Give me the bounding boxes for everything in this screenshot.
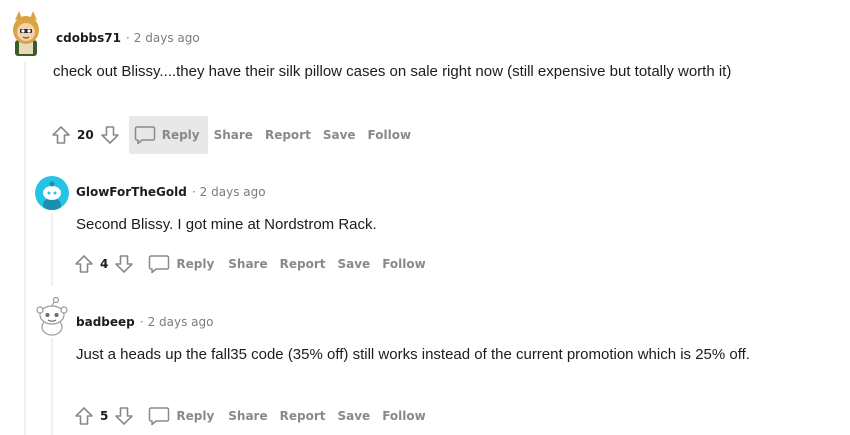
avatar[interactable] xyxy=(34,296,70,336)
comment-body: Second Blissy. I got mine at Nordstrom R… xyxy=(76,216,377,233)
share-button[interactable]: Share xyxy=(222,397,273,435)
comment-bubble-icon xyxy=(134,125,156,145)
share-button[interactable]: Share xyxy=(222,245,273,283)
separator: · xyxy=(125,31,130,45)
comment-meta: cdobbs71 · 2 days ago xyxy=(56,31,200,45)
comment-thread: cdobbs71 · 2 days ago check out Blissy..… xyxy=(0,0,850,435)
comment-bubble-icon xyxy=(148,254,170,274)
comment-meta: badbeep · 2 days ago xyxy=(76,315,213,329)
upvote-icon[interactable] xyxy=(73,405,95,427)
reply-button[interactable]: Reply xyxy=(143,245,222,283)
username[interactable]: GlowForTheGold xyxy=(76,185,187,199)
follow-button[interactable]: Follow xyxy=(376,397,432,435)
share-button[interactable]: Share xyxy=(208,116,259,154)
comment-actions: 5 Reply Share Report Save Follow xyxy=(73,397,432,435)
comment: cdobbs71 · 2 days ago check out Blissy..… xyxy=(0,0,850,160)
save-button[interactable]: Save xyxy=(317,116,362,154)
comment: GlowForTheGold · 2 days ago Second Bliss… xyxy=(0,160,850,290)
downvote-icon[interactable] xyxy=(99,124,121,146)
avatar-cat-icon xyxy=(13,11,39,56)
comment-meta: GlowForTheGold · 2 days ago xyxy=(76,185,266,199)
reply-label: Reply xyxy=(176,257,215,271)
reply-button[interactable]: Reply xyxy=(128,116,208,154)
comment: badbeep · 2 days ago Just a heads up the… xyxy=(0,290,850,435)
upvote-icon[interactable] xyxy=(50,124,72,146)
follow-button[interactable]: Follow xyxy=(376,245,432,283)
upvote-icon[interactable] xyxy=(73,253,95,275)
reply-button[interactable]: Reply xyxy=(143,397,222,435)
username[interactable]: cdobbs71 xyxy=(56,31,121,45)
timestamp[interactable]: 2 days ago xyxy=(148,315,214,329)
avatar-snoo-icon xyxy=(36,296,68,336)
vote-score: 20 xyxy=(77,128,94,142)
comment-body: Just a heads up the fall35 code (35% off… xyxy=(76,346,750,363)
avatar-snoo-icon xyxy=(43,181,61,210)
timestamp[interactable]: 2 days ago xyxy=(200,185,266,199)
comment-actions: 4 Reply Share Report Save Follow xyxy=(73,245,432,283)
timestamp[interactable]: 2 days ago xyxy=(134,31,200,45)
save-button[interactable]: Save xyxy=(331,245,376,283)
downvote-icon[interactable] xyxy=(113,405,135,427)
comment-actions: 20 Reply Share Report Save Follow xyxy=(50,116,417,154)
report-button[interactable]: Report xyxy=(274,245,332,283)
reply-label: Reply xyxy=(176,409,215,423)
separator: · xyxy=(139,315,144,329)
comment-body: check out Blissy....they have their silk… xyxy=(53,63,732,80)
comment-bubble-icon xyxy=(148,406,170,426)
report-button[interactable]: Report xyxy=(274,397,332,435)
avatar[interactable] xyxy=(35,176,69,210)
vote-score: 4 xyxy=(100,257,109,271)
downvote-icon[interactable] xyxy=(113,253,135,275)
save-button[interactable]: Save xyxy=(331,397,376,435)
vote-score: 5 xyxy=(100,409,109,423)
reply-label: Reply xyxy=(161,128,200,142)
report-button[interactable]: Report xyxy=(259,116,317,154)
avatar[interactable] xyxy=(8,10,44,58)
username[interactable]: badbeep xyxy=(76,315,135,329)
follow-button[interactable]: Follow xyxy=(362,116,418,154)
separator: · xyxy=(191,185,196,199)
